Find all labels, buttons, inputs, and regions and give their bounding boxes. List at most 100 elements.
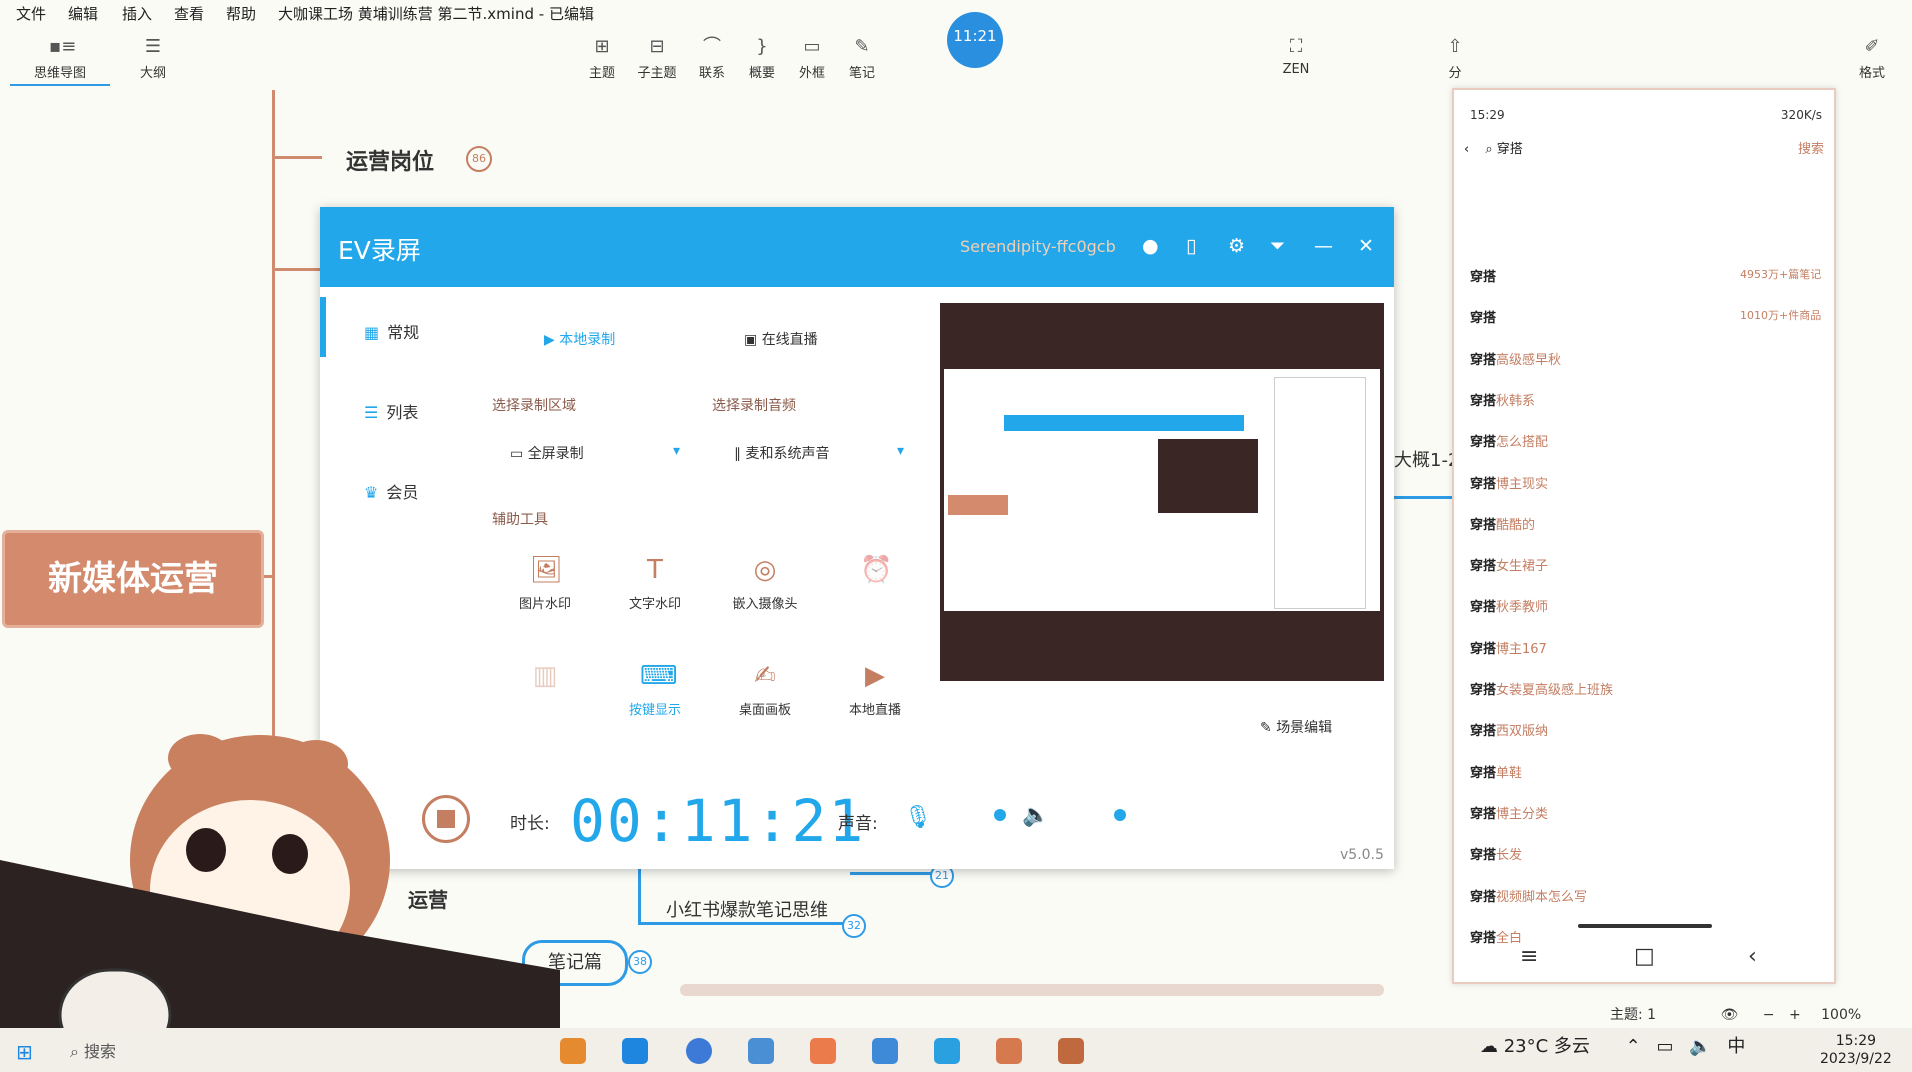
taskbar-app-icon[interactable]	[872, 1038, 898, 1064]
node-xhs-notes[interactable]: 小红书爆款笔记思维	[666, 896, 828, 922]
speaker-volume-slider[interactable]	[1114, 809, 1126, 821]
share-button[interactable]: ⇧ 分	[1440, 36, 1470, 81]
summary-button[interactable]: } 概要	[742, 36, 782, 81]
sidebar-item-list[interactable]: ☰ 列表	[364, 399, 418, 423]
taskbar-search[interactable]: ⌕ 搜索	[70, 1038, 116, 1062]
search-suggestion-item[interactable]: 穿搭博主现实	[1470, 473, 1548, 492]
chevron-up-icon[interactable]: ⌃	[1626, 1036, 1641, 1057]
tab-live-stream[interactable]: ▣ 在线直播	[744, 329, 818, 349]
crown-icon: ♛	[364, 483, 379, 502]
back-icon[interactable]: ‹	[1748, 944, 1757, 969]
gear-icon[interactable]: ⚙	[1228, 235, 1245, 257]
zoom-out-icon[interactable]: −	[1763, 1007, 1775, 1023]
home-icon[interactable]: □	[1634, 944, 1655, 969]
image-watermark-tool[interactable]: 🖼 图片水印	[500, 555, 590, 612]
search-suggestion-item[interactable]: 穿搭怎么搭配	[1470, 431, 1548, 450]
audio-select[interactable]: ∥ 麦和系统声音 ▾	[734, 443, 904, 463]
search-suggestion-item[interactable]: 穿搭高级感早秋	[1470, 349, 1561, 368]
whiteboard-tool[interactable]: ✍ 桌面画板	[720, 661, 810, 718]
topic-operations-position[interactable]: 运营岗位	[346, 144, 434, 176]
taskbar-app-icon[interactable]	[560, 1038, 586, 1064]
menu-file[interactable]: 文件	[16, 3, 46, 24]
phone-search-button[interactable]: 搜索	[1798, 138, 1824, 157]
format-button[interactable]: ✐ 格式	[1852, 36, 1892, 81]
phone-icon[interactable]: ▯	[1186, 235, 1196, 257]
split-screen-tool[interactable]: ▥	[500, 661, 590, 699]
sidebar-item-member[interactable]: ♛ 会员	[364, 479, 418, 503]
tab-local-record[interactable]: ▶ 本地录制	[544, 329, 615, 349]
speaker-icon[interactable]: 🔈	[1022, 803, 1049, 828]
node-count-badge-38[interactable]: 38	[628, 950, 652, 974]
horizontal-scrollbar[interactable]	[680, 984, 1384, 996]
search-suggestion-item[interactable]: 穿搭长发	[1470, 844, 1522, 863]
menu-help[interactable]: 帮助	[226, 3, 256, 24]
back-arrow-icon[interactable]: ‹	[1464, 142, 1469, 157]
taskbar-app-icon[interactable]	[1058, 1038, 1084, 1064]
mindmap-view-button[interactable]: ▪≡ 思维导图	[30, 36, 90, 81]
topic1-count-badge[interactable]: 86	[466, 146, 492, 172]
search-suggestion-item[interactable]: 穿搭西双版纳	[1470, 720, 1548, 739]
relationship-button[interactable]: ⌒ 联系	[692, 36, 732, 81]
minimize-icon[interactable]: —	[1314, 235, 1333, 257]
menu-down-icon[interactable]: ⏷	[1270, 235, 1285, 257]
keystroke-display-tool[interactable]: ⌨ 按键显示	[610, 661, 700, 718]
note-button[interactable]: ✎ 笔记	[842, 36, 882, 81]
zen-button[interactable]: ⛶ ZEN	[1276, 36, 1316, 77]
search-suggestion-item[interactable]: 穿搭女装夏高级感上班族	[1470, 679, 1613, 698]
taskbar-app-icon[interactable]	[934, 1038, 960, 1064]
zoom-level[interactable]: 100%	[1821, 1007, 1861, 1023]
menu-insert[interactable]: 插入	[122, 3, 152, 24]
search-suggestion-item[interactable]: 穿搭 1010万+件商品	[1470, 307, 1821, 326]
mic-volume-slider[interactable]	[994, 809, 1006, 821]
local-live-tool[interactable]: ▶ 本地直播	[830, 661, 920, 718]
text-watermark-tool[interactable]: T 文字水印	[610, 555, 700, 612]
search-suggestion-item[interactable]: 穿搭单鞋	[1470, 762, 1522, 781]
search-suggestion-item[interactable]: 穿搭 4953万+篇笔记	[1470, 266, 1821, 285]
sidebar-item-list-label: 列表	[386, 403, 419, 422]
menu-edit[interactable]: 编辑	[68, 3, 98, 24]
search-suggestion-item[interactable]: 穿搭全白	[1470, 927, 1522, 946]
search-suggestion-item[interactable]: 穿搭博主分类	[1470, 803, 1548, 822]
ime-indicator[interactable]: 中	[1727, 1036, 1745, 1057]
avatar-icon[interactable]: ●	[1142, 235, 1159, 257]
ev-username[interactable]: Serendipity-ffc0gcb	[960, 237, 1116, 256]
menu-view[interactable]: 查看	[174, 3, 204, 24]
topic-button[interactable]: ⊞ 主题	[582, 36, 622, 81]
search-suggestion-item[interactable]: 穿搭酷酷的	[1470, 514, 1535, 533]
central-topic[interactable]: 新媒体运营	[2, 530, 264, 628]
search-suggestion-item[interactable]: 穿搭视频脚本怎么写	[1470, 886, 1587, 905]
relationship-label: 联系	[698, 66, 725, 81]
taskbar-app-icon[interactable]	[748, 1038, 774, 1064]
area-select[interactable]: ▭ 全屏录制 ▾	[510, 443, 680, 463]
node-overview[interactable]: 大概1-2	[1394, 446, 1459, 472]
taskbar-app-icon[interactable]	[686, 1038, 712, 1064]
outline-view-button[interactable]: ☰ 大纲	[128, 36, 178, 81]
phone-search-bar[interactable]: ‹ ⌕ 穿搭 搜索	[1464, 138, 1824, 157]
scene-edit-button[interactable]: ✎ 场景编辑	[1260, 717, 1332, 737]
taskbar-app-icon[interactable]	[810, 1038, 836, 1064]
edge-browser-icon[interactable]	[622, 1038, 648, 1064]
taskbar-app-icon[interactable]	[996, 1038, 1022, 1064]
subtopic-button[interactable]: ⊟ 子主题	[632, 36, 682, 81]
search-suggestion-item[interactable]: 穿搭秋韩系	[1470, 390, 1535, 409]
close-icon[interactable]: ✕	[1358, 235, 1374, 257]
phone-search-input[interactable]: 穿搭	[1497, 142, 1523, 157]
sidebar-item-general[interactable]: ▦ 常规	[364, 319, 419, 343]
node-count-badge-32[interactable]: 32	[842, 914, 866, 938]
weather-text[interactable]: 23°C 多云	[1504, 1036, 1590, 1057]
search-suggestion-item[interactable]: 穿搭博主167	[1470, 638, 1547, 657]
camera-tool[interactable]: ◎ 嵌入摄像头	[720, 555, 810, 612]
search-suggestion-item[interactable]: 穿搭秋季教师	[1470, 596, 1548, 615]
search-suggestion-item[interactable]: 穿搭女生裙子	[1470, 555, 1548, 574]
volume-icon[interactable]: 🔈	[1689, 1036, 1711, 1057]
boundary-button[interactable]: ▭ 外框	[792, 36, 832, 81]
recording-time-bubble[interactable]: 11:21	[947, 12, 1003, 68]
windows-start-icon[interactable]: ⊞	[16, 1040, 33, 1064]
timer-tool[interactable]: ⏰	[830, 555, 920, 593]
zoom-in-icon[interactable]: +	[1789, 1007, 1801, 1023]
menu-icon[interactable]: ≡	[1520, 944, 1538, 969]
microphone-icon[interactable]: 🎙	[904, 805, 932, 830]
eye-icon[interactable]: 👁	[1721, 1007, 1739, 1023]
taskbar-clock[interactable]: 15:29 2023/9/22	[1820, 1032, 1892, 1068]
network-icon[interactable]: ▭	[1657, 1036, 1674, 1057]
